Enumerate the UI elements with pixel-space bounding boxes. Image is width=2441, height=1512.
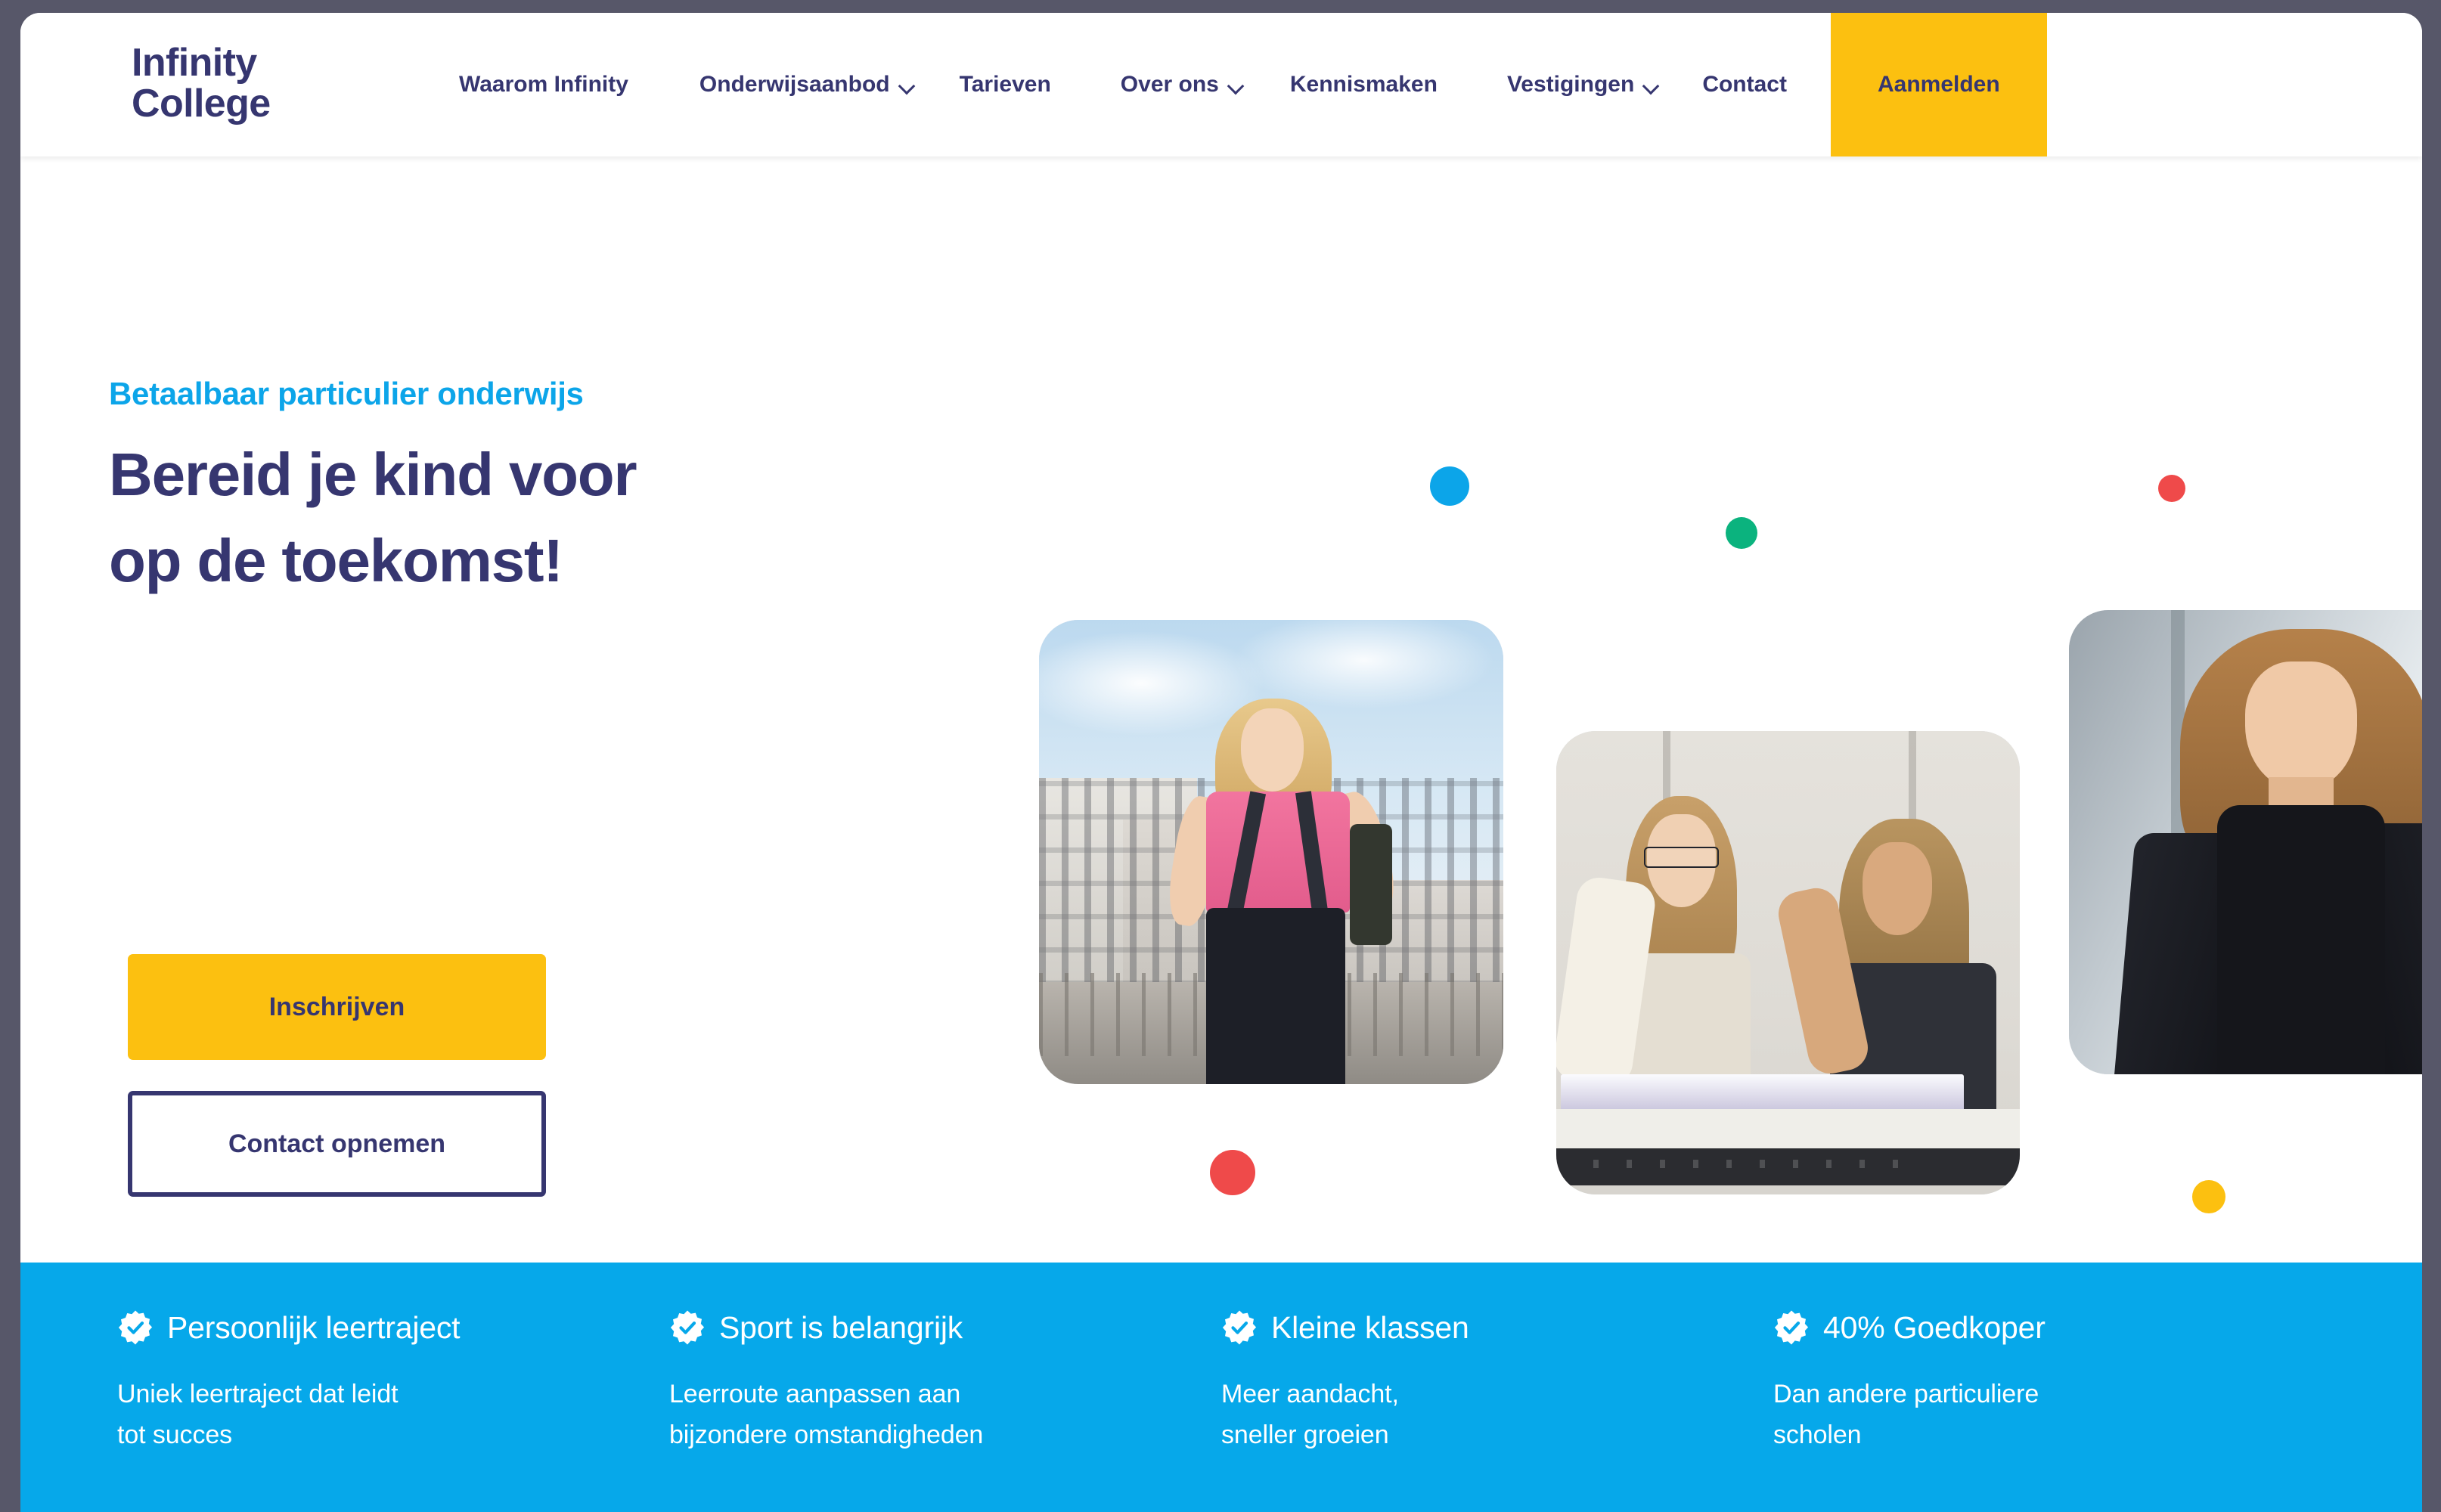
hero-section: Betaalbaar particulier onderwijs Bereid …: [20, 156, 2422, 1263]
feature-description: Meer aandacht, sneller groeien: [1221, 1380, 1399, 1449]
hero-copy: Betaalbaar particulier onderwijs Bereid …: [109, 376, 1001, 603]
decorative-dot-blue-icon: [1430, 466, 1469, 506]
feature-description: Leerroute aanpassen aan bijzondere omsta…: [669, 1380, 984, 1449]
nav-label: Onderwijsaanbod: [699, 72, 890, 97]
hero-cta-group: Inschrijven Contact opnemen: [128, 954, 546, 1197]
feature-title: Persoonlijk leertraject: [167, 1309, 461, 1345]
nav-item-waarom-infinity[interactable]: Waarom Infinity: [459, 13, 628, 156]
contact-opnemen-button[interactable]: Contact opnemen: [128, 1091, 546, 1197]
chevron-down-icon: [899, 79, 914, 94]
verified-badge-icon: [670, 1310, 705, 1345]
page-title: Bereid je kind voor op de toekomst!: [109, 441, 637, 594]
hero-photo-student-outdoors: [1039, 620, 1503, 1084]
decorative-dot-green-icon: [1726, 517, 1757, 549]
feature-highlights-bar: Persoonlijk leertraject Uniek leertrajec…: [20, 1263, 2422, 1512]
browser-viewport: Infinity College Waarom Infinity Onderwi…: [20, 13, 2422, 1512]
decorative-dot-red-bottom-icon: [1210, 1150, 1255, 1195]
chevron-down-icon: [1228, 79, 1243, 94]
nav-item-over-ons[interactable]: Over ons: [1121, 13, 1243, 156]
feature-description: Uniek leertraject dat leidt tot succes: [117, 1380, 399, 1449]
verified-badge-icon: [1222, 1310, 1257, 1345]
inschrijven-button[interactable]: Inschrijven: [128, 954, 546, 1060]
feature-persoonlijk-leertraject: Persoonlijk leertraject Uniek leertrajec…: [117, 1263, 669, 1512]
decorative-dot-yellow-icon: [2192, 1180, 2225, 1213]
nav-label: Over ons: [1120, 72, 1219, 97]
nav-label: Vestigingen: [1506, 72, 1635, 97]
nav-item-tarieven[interactable]: Tarieven: [960, 13, 1051, 156]
nav-item-onderwijsaanbod[interactable]: Onderwijsaanbod: [699, 13, 914, 156]
feature-description: Dan andere particuliere scholen: [1773, 1380, 2039, 1449]
nav-label: Contact: [1702, 72, 1787, 97]
feature-kleine-klassen: Kleine klassen Meer aandacht, sneller gr…: [1221, 1263, 1773, 1512]
hero-photo-student-portrait: [2069, 610, 2422, 1074]
hero-eyebrow: Betaalbaar particulier onderwijs: [109, 376, 584, 411]
chevron-down-icon: [1643, 79, 1658, 94]
nav-cta-aanmelden-button[interactable]: Aanmelden: [1830, 13, 2047, 156]
feature-40-procent-goedkoper: 40% Goedkoper Dan andere particuliere sc…: [1773, 1263, 2325, 1512]
main-navigation: Waarom Infinity Onderwijsaanbod Tarieven…: [459, 13, 2422, 156]
verified-badge-icon: [1774, 1310, 1809, 1345]
hero-photo-students-classroom: [1556, 731, 2020, 1194]
feature-sport-is-belangrijk: Sport is belangrijk Leerroute aanpassen …: [669, 1263, 1221, 1512]
site-header: Infinity College Waarom Infinity Onderwi…: [20, 13, 2422, 156]
feature-title: Kleine klassen: [1271, 1309, 1469, 1345]
nav-item-vestigingen[interactable]: Vestigingen: [1507, 13, 1658, 156]
decorative-dot-red-top-icon: [2158, 475, 2185, 502]
feature-title: Sport is belangrijk: [719, 1309, 963, 1345]
brand-logo[interactable]: Infinity College: [132, 42, 271, 124]
nav-item-kennismaken[interactable]: Kennismaken: [1290, 13, 1438, 156]
nav-label: Tarieven: [959, 72, 1051, 97]
nav-label: Waarom Infinity: [459, 72, 628, 97]
nav-item-contact[interactable]: Contact: [1702, 13, 1787, 156]
nav-label: Kennismaken: [1289, 72, 1438, 97]
verified-badge-icon: [118, 1310, 153, 1345]
feature-title: 40% Goedkoper: [1823, 1309, 2046, 1345]
